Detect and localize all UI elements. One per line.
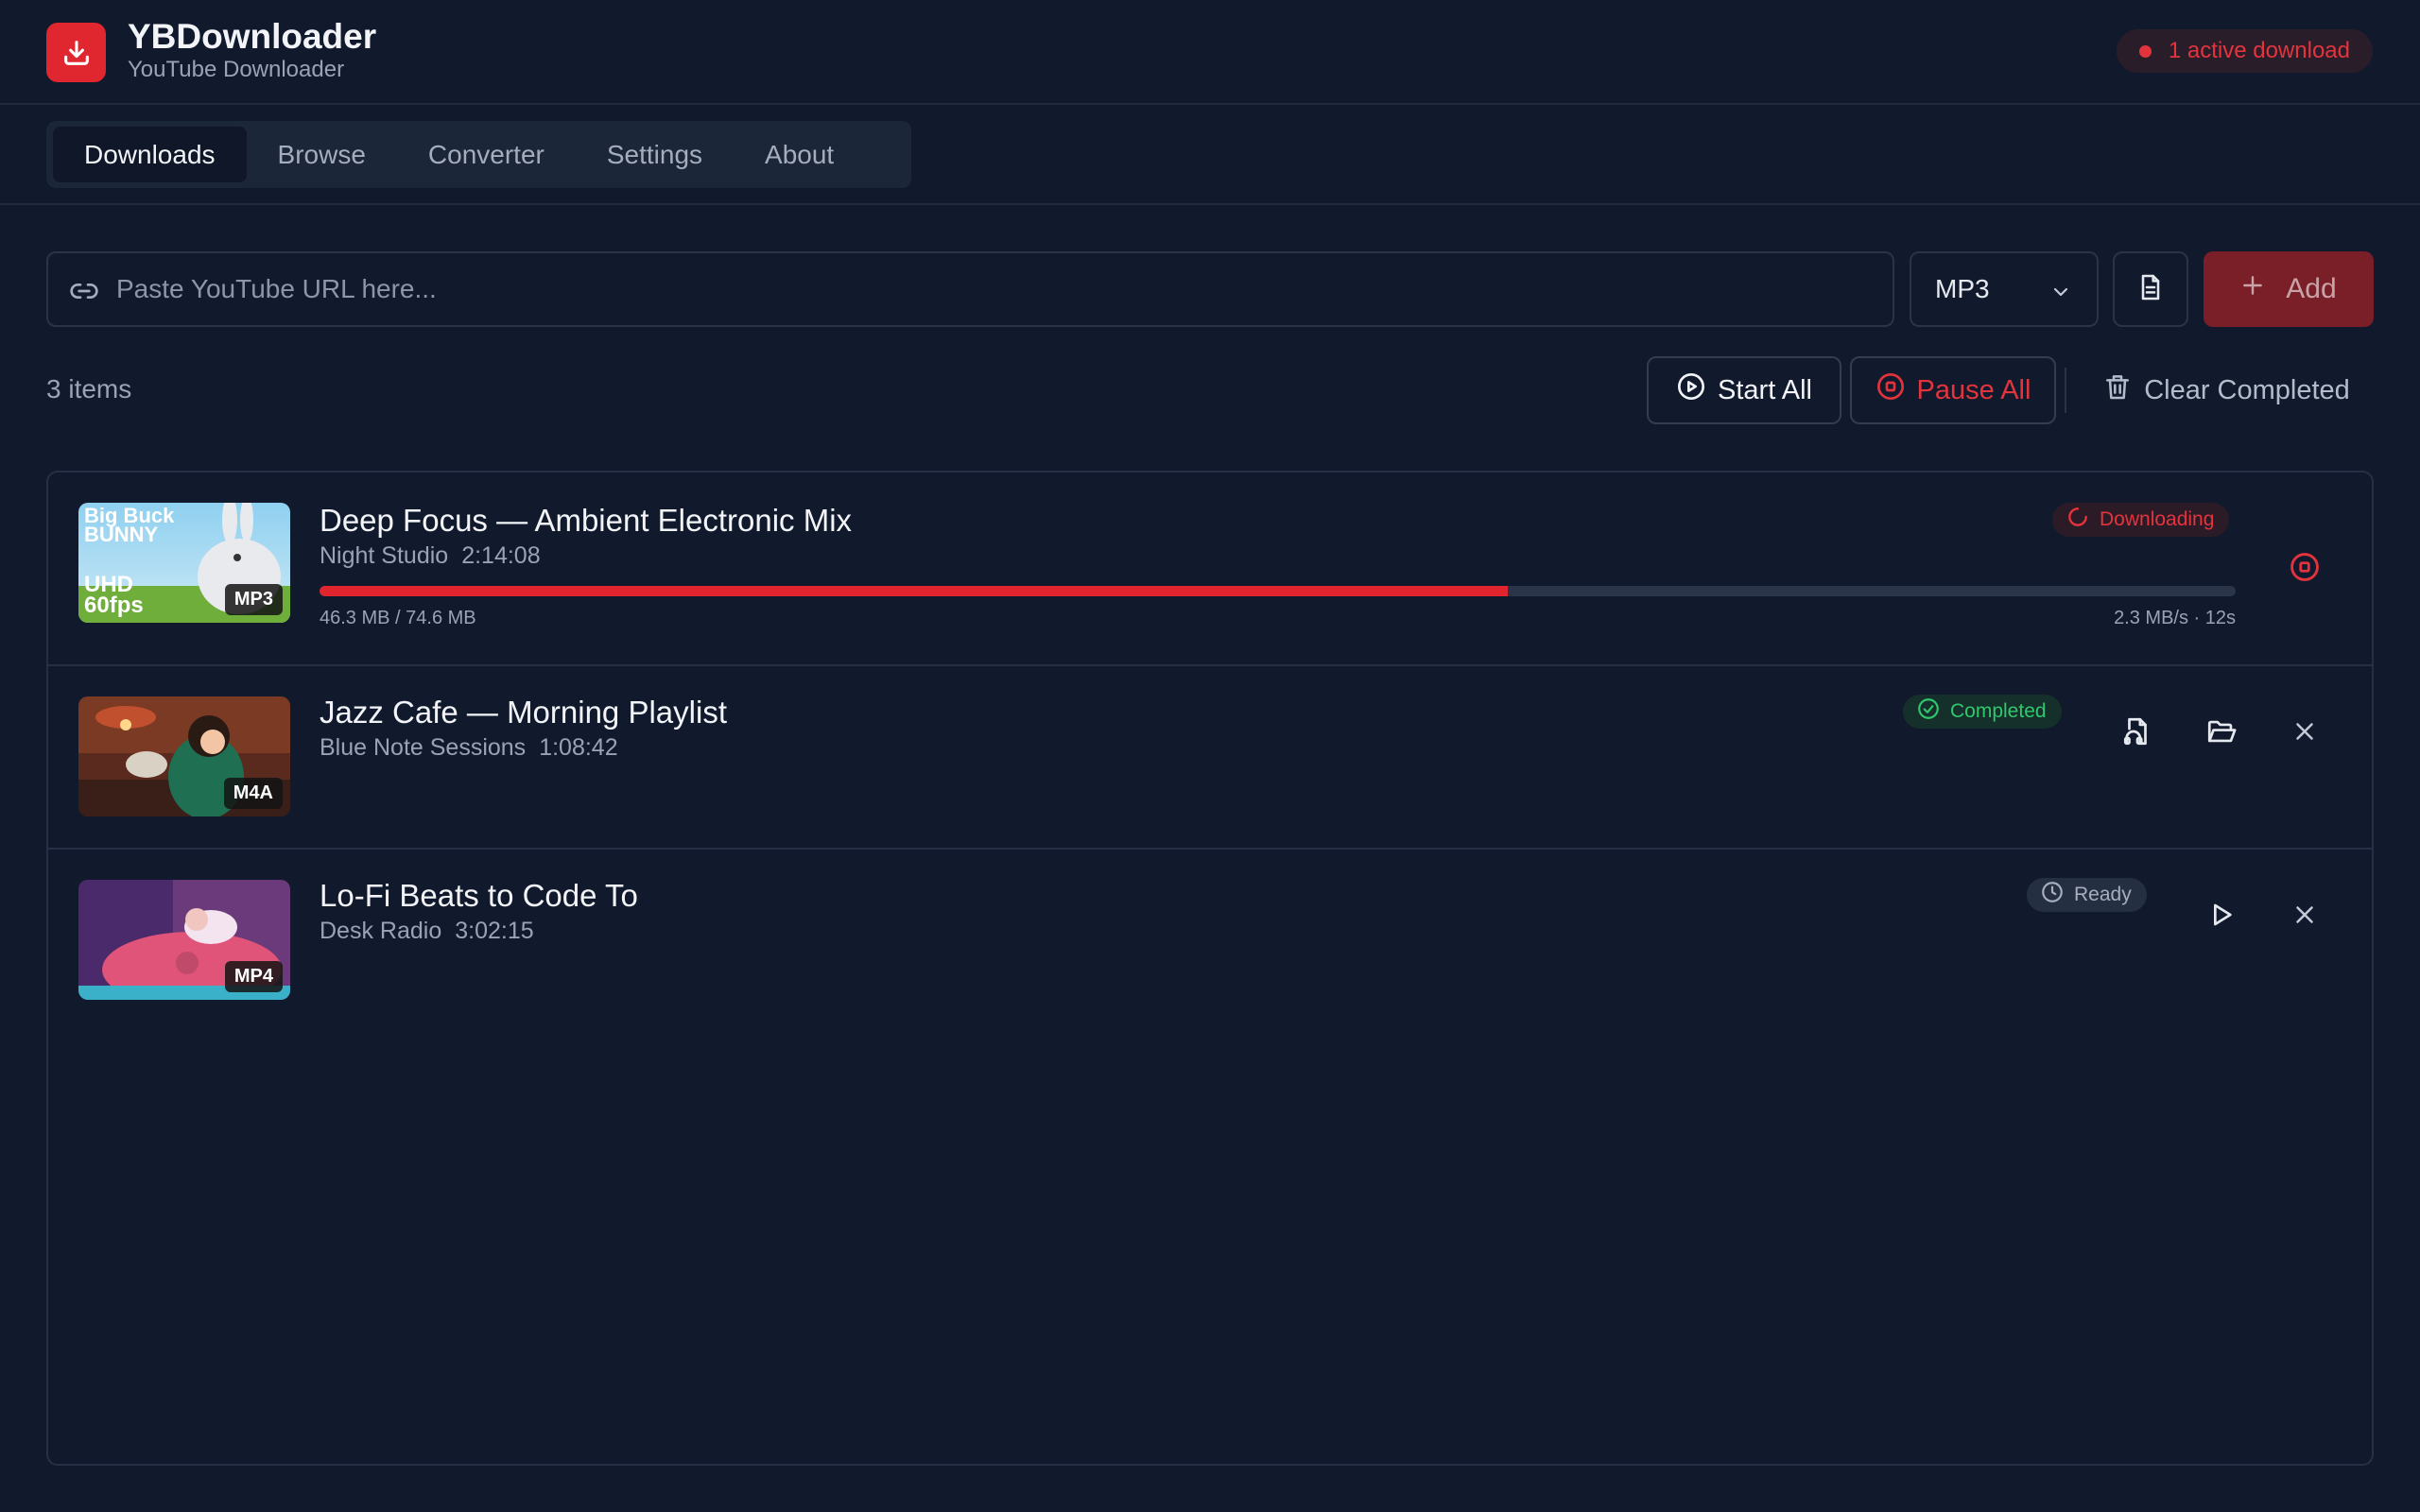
download-list: Big Buck BUNNY UHD 60fps MP3 Deep Focus … [46,471,2374,1466]
download-speed: 2.3 MB/s · 12s [2114,608,2236,628]
channel-name: Desk Radio [320,918,442,944]
download-item: Big Buck BUNNY UHD 60fps MP3 Deep Focus … [48,472,2372,666]
download-logo-icon [46,23,106,82]
open-file-button[interactable] [2113,709,2162,758]
close-icon [2290,901,2319,934]
close-icon [2290,717,2319,750]
format-tag: MP3 [224,584,283,615]
play-icon [2206,900,2237,935]
tab-settings[interactable]: Settings [576,127,734,182]
remove-button[interactable] [2280,709,2329,758]
add-button[interactable]: Add [2204,251,2374,327]
folder-open-icon [2205,715,2238,752]
remove-button[interactable] [2280,892,2329,941]
channel-name: Blue Note Sessions [320,734,527,761]
format-select[interactable]: MP3 [1910,251,2099,327]
document-icon [2135,272,2166,307]
progress-fill [320,586,1508,596]
download-size: 46.3 MB / 74.6 MB [320,608,476,628]
thumbnail-overlay-text: UHD 60fps [84,572,144,618]
status-label: Downloading [2100,508,2215,530]
stop-circle-icon [1876,371,1906,409]
start-all-label: Start All [1718,374,1812,405]
tab-downloads[interactable]: Downloads [53,127,247,182]
duration: 3:02:15 [455,918,534,944]
status-label: Ready [2074,884,2132,905]
app-header: YBDownloader YouTube Downloader 1 active… [0,0,2420,105]
progress-bar [320,586,2236,596]
format-tag: MP4 [224,961,283,992]
channel-name: Night Studio [320,542,449,569]
link-icon [69,276,99,311]
status-dot-icon [2138,45,2152,58]
download-meta: Desk Radio 3:02:15 [320,918,534,945]
video-thumbnail: MP4 [78,880,290,1000]
download-title: Deep Focus — Ambient Electronic Mix [320,503,853,538]
check-circle-icon [1916,696,1941,727]
stop-circle-icon [2289,551,2321,588]
download-meta: Blue Note Sessions 1:08:42 [320,734,618,762]
video-thumbnail: M4A [78,696,290,816]
start-all-button[interactable]: Start All [1647,356,1841,424]
open-folder-button[interactable] [2197,709,2246,758]
tab-bar: Downloads Browse Converter Settings Abou… [0,105,2420,205]
video-thumbnail: Big Buck BUNNY UHD 60fps MP3 [78,503,290,623]
active-downloads-label: 1 active download [2168,38,2350,63]
status-label: Completed [1950,700,2047,722]
start-download-button[interactable] [2197,892,2246,941]
divider [2065,368,2066,413]
tab-about[interactable]: About [734,127,865,182]
download-title: Lo-Fi Beats to Code To [320,878,638,913]
download-meta: Night Studio 2:14:08 [320,542,541,570]
chevron-down-icon [2049,280,2072,310]
pause-all-label: Pause All [1916,374,2031,405]
tab-converter[interactable]: Converter [397,127,576,182]
download-title: Jazz Cafe — Morning Playlist [320,695,727,730]
plus-icon [2240,273,2265,305]
download-item: M4A Jazz Cafe — Morning Playlist Blue No… [48,666,2372,850]
add-button-label: Add [2286,273,2337,304]
play-circle-icon [1676,371,1706,409]
items-count: 3 items [46,374,132,404]
trash-icon [2102,371,2133,409]
pause-all-button[interactable]: Pause All [1850,356,2056,424]
tabs: Downloads Browse Converter Settings Abou… [46,121,911,188]
url-input[interactable] [116,253,1865,325]
format-tag: M4A [223,778,283,809]
url-field[interactable] [46,251,1894,327]
audio-file-icon [2121,715,2153,752]
status-badge: Downloading [2052,503,2230,537]
download-item: MP4 Lo-Fi Beats to Code To Desk Radio 3:0… [48,850,2372,1033]
app-subtitle: YouTube Downloader [128,57,345,82]
clock-icon [2040,880,2065,910]
spinner-icon [2066,505,2090,535]
active-downloads-badge: 1 active download [2116,29,2373,73]
tab-browse[interactable]: Browse [247,127,397,182]
stop-button[interactable] [2280,544,2329,593]
clear-completed-button[interactable]: Clear Completed [2080,356,2373,424]
duration: 2:14:08 [461,542,541,569]
app-title: YBDownloader [128,17,377,56]
status-badge: Completed [1903,695,2062,729]
clear-completed-label: Clear Completed [2144,374,2350,405]
format-select-value: MP3 [1935,274,1990,303]
thumbnail-overlay-text: Big Buck BUNNY [84,504,175,546]
batch-file-button[interactable] [2113,251,2188,327]
status-badge: Ready [2027,878,2147,912]
duration: 1:08:42 [539,734,618,761]
